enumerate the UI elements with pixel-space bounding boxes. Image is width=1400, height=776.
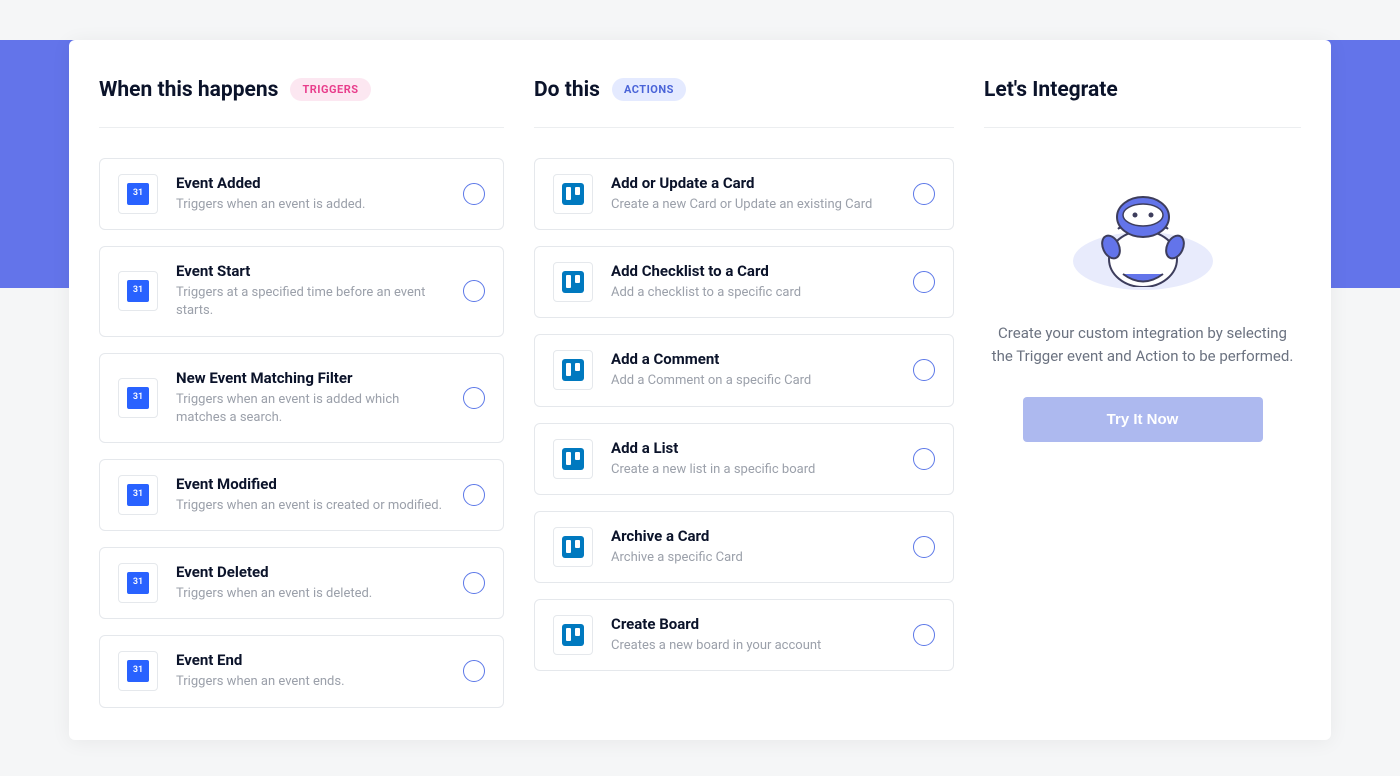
action-desc: Create a new Card or Update an existing … bbox=[611, 196, 895, 214]
action-item[interactable]: Add or Update a Card Create a new Card o… bbox=[534, 158, 954, 230]
integrate-header: Let's Integrate bbox=[984, 70, 1301, 128]
radio-select[interactable] bbox=[913, 448, 935, 470]
trigger-item[interactable]: Event Added Triggers when an event is ad… bbox=[99, 158, 504, 230]
action-desc: Archive a specific Card bbox=[611, 549, 895, 567]
radio-select[interactable] bbox=[463, 183, 485, 205]
action-item[interactable]: Create Board Creates a new board in your… bbox=[534, 599, 954, 671]
trigger-title: Event Modified bbox=[176, 475, 445, 493]
radio-select[interactable] bbox=[463, 280, 485, 302]
radio-select[interactable] bbox=[913, 536, 935, 558]
action-title: Archive a Card bbox=[611, 527, 895, 545]
action-desc: Creates a new board in your account bbox=[611, 637, 895, 655]
action-item[interactable]: Add a List Create a new list in a specif… bbox=[534, 423, 954, 495]
trigger-title: Event End bbox=[176, 651, 445, 669]
trigger-desc: Triggers when an event ends. bbox=[176, 673, 445, 691]
integrate-desc: Create your custom integration by select… bbox=[984, 322, 1301, 369]
action-desc: Add a checklist to a specific card bbox=[611, 284, 895, 302]
radio-select[interactable] bbox=[463, 660, 485, 682]
main-card: When this happens TRIGGERS Event Added T… bbox=[69, 40, 1331, 740]
try-it-now-button[interactable]: Try It Now bbox=[1023, 397, 1263, 442]
trigger-title: Event Added bbox=[176, 174, 445, 192]
trigger-title: New Event Matching Filter bbox=[176, 369, 445, 387]
trello-icon bbox=[553, 527, 593, 567]
action-title: Add or Update a Card bbox=[611, 174, 895, 192]
integrate-column: Let's Integrate bbox=[969, 70, 1331, 724]
trello-icon bbox=[553, 350, 593, 390]
action-title: Create Board bbox=[611, 615, 895, 633]
trigger-desc: Triggers when an event is deleted. bbox=[176, 585, 445, 603]
trigger-desc: Triggers when an event is created or mod… bbox=[176, 497, 445, 515]
triggers-heading: When this happens bbox=[99, 78, 278, 102]
calendar-icon bbox=[118, 475, 158, 515]
trigger-desc: Triggers at a specified time before an e… bbox=[176, 284, 445, 320]
actions-heading: Do this bbox=[534, 78, 600, 102]
trigger-desc: Triggers when an event is added. bbox=[176, 196, 445, 214]
trigger-item[interactable]: Event Start Triggers at a specified time… bbox=[99, 246, 504, 336]
trello-icon bbox=[553, 439, 593, 479]
radio-select[interactable] bbox=[913, 624, 935, 646]
actions-badge: ACTIONS bbox=[612, 78, 686, 101]
actions-column: Do this ACTIONS Add or Update a Card Cre… bbox=[519, 70, 969, 724]
radio-select[interactable] bbox=[463, 484, 485, 506]
radio-select[interactable] bbox=[463, 572, 485, 594]
trigger-title: Event Start bbox=[176, 262, 445, 280]
trigger-item[interactable]: Event Modified Triggers when an event is… bbox=[99, 459, 504, 531]
radio-select[interactable] bbox=[463, 387, 485, 409]
trello-icon bbox=[553, 615, 593, 655]
calendar-icon bbox=[118, 378, 158, 418]
action-desc: Create a new list in a specific board bbox=[611, 461, 895, 479]
triggers-header: When this happens TRIGGERS bbox=[99, 70, 504, 128]
action-item[interactable]: Add a Comment Add a Comment on a specifi… bbox=[534, 334, 954, 406]
trigger-item[interactable]: New Event Matching Filter Triggers when … bbox=[99, 353, 504, 443]
integrate-heading: Let's Integrate bbox=[984, 78, 1118, 102]
calendar-icon bbox=[118, 271, 158, 311]
triggers-column: When this happens TRIGGERS Event Added T… bbox=[69, 70, 519, 724]
trigger-item[interactable]: Event End Triggers when an event ends. bbox=[99, 635, 504, 707]
radio-select[interactable] bbox=[913, 359, 935, 381]
trello-icon bbox=[553, 174, 593, 214]
triggers-badge: TRIGGERS bbox=[290, 78, 370, 101]
trigger-item[interactable]: Event Deleted Triggers when an event is … bbox=[99, 547, 504, 619]
action-desc: Add a Comment on a specific Card bbox=[611, 372, 895, 390]
radio-select[interactable] bbox=[913, 271, 935, 293]
action-title: Add a List bbox=[611, 439, 895, 457]
radio-select[interactable] bbox=[913, 183, 935, 205]
action-item[interactable]: Archive a Card Archive a specific Card bbox=[534, 511, 954, 583]
action-item[interactable]: Add Checklist to a Card Add a checklist … bbox=[534, 246, 954, 318]
trigger-desc: Triggers when an event is added which ma… bbox=[176, 391, 445, 427]
robot-illustration bbox=[984, 158, 1301, 298]
calendar-icon bbox=[118, 651, 158, 691]
action-title: Add a Comment bbox=[611, 350, 895, 368]
calendar-icon bbox=[118, 174, 158, 214]
trigger-title: Event Deleted bbox=[176, 563, 445, 581]
actions-header: Do this ACTIONS bbox=[534, 70, 954, 128]
action-title: Add Checklist to a Card bbox=[611, 262, 895, 280]
robot-icon bbox=[1088, 169, 1198, 287]
calendar-icon bbox=[118, 563, 158, 603]
trello-icon bbox=[553, 262, 593, 302]
